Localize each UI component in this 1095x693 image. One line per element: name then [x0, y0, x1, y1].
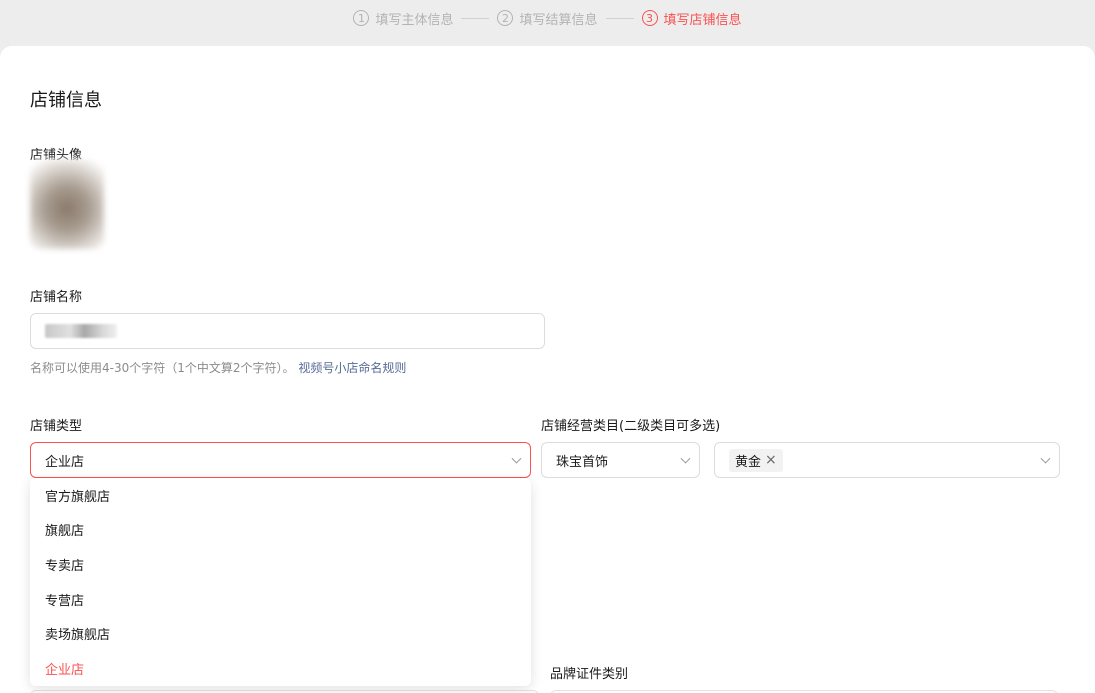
category-tag-label: 黄金 — [735, 454, 762, 470]
dropdown-option[interactable]: 卖场旗舰店 — [30, 616, 531, 651]
step-label: 填写主体信息 — [375, 12, 454, 28]
store-name-input[interactable] — [30, 313, 545, 349]
close-icon[interactable]: × — [765, 453, 777, 467]
category-label: 店铺经营类目(二级类目可多选) — [541, 419, 721, 434]
chevron-down-icon — [511, 453, 522, 464]
chevron-down-icon — [1040, 453, 1051, 464]
store-type-select[interactable]: 企业店 — [30, 442, 531, 478]
naming-rule-link[interactable]: 视频号小店命名规则 — [298, 361, 406, 375]
progress-steps: 1 填写主体信息 2 填写结算信息 3 填写店铺信息 — [0, 0, 1095, 36]
step-3: 3 填写店铺信息 — [641, 9, 742, 28]
store-name-hint: 名称可以使用4-30个字符（1个中文算2个字符）。 视频号小店命名规则 — [30, 359, 406, 376]
category-tag: 黄金 × — [729, 448, 783, 472]
dropdown-option[interactable]: 旗舰店 — [30, 513, 531, 548]
store-type-value: 企业店 — [45, 454, 85, 470]
store-type-label: 店铺类型 — [30, 419, 83, 434]
step-2: 2 填写结算信息 — [497, 9, 598, 28]
category-primary-value: 珠宝首饰 — [556, 454, 609, 470]
store-name-label: 店铺名称 — [30, 290, 83, 305]
dropdown-option[interactable]: 官方旗舰店 — [30, 478, 531, 513]
step-label: 填写店铺信息 — [663, 12, 742, 28]
step-divider — [461, 17, 490, 19]
step-1: 1 填写主体信息 — [353, 9, 453, 28]
dropdown-option[interactable]: 专卖店 — [30, 547, 531, 582]
step-label: 填写结算信息 — [519, 12, 598, 28]
step-number: 1 — [353, 10, 370, 26]
dropdown-option-selected[interactable]: 企业店 — [30, 651, 531, 686]
brand-cert-label: 品牌证件类别 — [550, 667, 629, 682]
section-title: 店铺信息 — [30, 90, 102, 111]
step-number: 3 — [641, 10, 658, 26]
hint-text: 名称可以使用4-30个字符（1个中文算2个字符）。 — [30, 361, 295, 375]
step-number: 2 — [497, 10, 514, 26]
category-secondary-select[interactable]: 黄金 × — [714, 442, 1060, 478]
chevron-down-icon — [680, 453, 691, 464]
dropdown-option[interactable]: 专营店 — [30, 582, 531, 617]
category-primary-select[interactable]: 珠宝首饰 — [541, 442, 700, 478]
store-name-value-redacted — [45, 324, 117, 338]
store-info-card: 店铺信息 店铺头像 店铺名称 名称可以使用4-30个字符（1个中文算2个字符）。… — [0, 46, 1095, 693]
step-divider — [605, 17, 634, 19]
store-avatar[interactable] — [30, 159, 104, 249]
store-type-dropdown: 官方旗舰店 旗舰店 专卖店 专营店 卖场旗舰店 企业店 — [30, 478, 531, 686]
